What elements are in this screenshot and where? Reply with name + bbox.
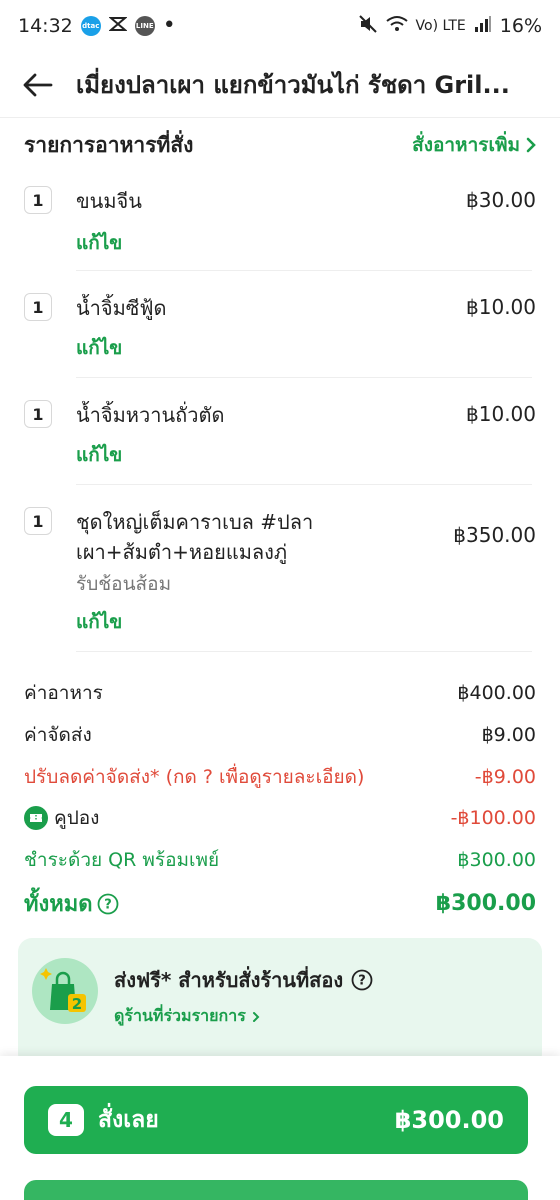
promo-title-group: ส่งฟรี* สำหรับสั่งร้านที่สอง ? — [114, 964, 373, 996]
item-name-line2: เผา+ส้มตำ+หอยแมลงภู่ — [76, 540, 288, 564]
divider — [76, 651, 532, 652]
divider — [76, 270, 532, 271]
help-circle-icon[interactable]: ? — [351, 969, 373, 991]
total-row: ทั้งหมด ? ฿300.00 — [24, 886, 536, 921]
wifi-icon — [385, 15, 408, 38]
item-price: ฿30.00 — [466, 188, 536, 212]
food-cost-label: ค่าอาหาร — [24, 682, 103, 704]
order-item: 1 ขนมจีน ฿30.00 แก้ไข — [0, 172, 560, 272]
item-price: ฿10.00 — [466, 295, 536, 319]
item-name-line1: ชุดใหญ่เต็มคาราเบล #ปลา — [76, 510, 314, 534]
item-quantity: 1 — [24, 293, 52, 321]
coupon-icon — [24, 806, 48, 830]
svg-text:?: ? — [358, 974, 366, 989]
order-items-title: รายการอาหารที่สั่ง — [24, 132, 194, 157]
edit-item-link[interactable]: แก้ไข — [76, 333, 122, 363]
order-button-left: 4 สั่งเลย — [48, 1102, 159, 1138]
delivery-discount-row[interactable]: ปรับลดค่าจัดส่ง* (กด ? เพื่อดูรายละเอียด… — [24, 762, 536, 792]
item-name: น้ำจิ้มซีฟู้ด — [76, 296, 167, 320]
app-header: เมี่ยงปลาเผา แยกข้าวมันไก่ รัชดา Gril... — [0, 52, 560, 118]
delivery-fee-row: ค่าจัดส่ง ฿9.00 — [24, 720, 536, 750]
payment-method-value: ฿300.00 — [457, 849, 536, 871]
delivery-fee-label: ค่าจัดส่ง — [24, 724, 92, 746]
second-store-promo-card[interactable]: 2 ส่งฟรี* สำหรับสั่งร้านที่สอง ? ดูร้านท… — [18, 938, 542, 1068]
food-cost-value: ฿400.00 — [457, 682, 536, 704]
coupon-label: คูปอง — [54, 807, 100, 829]
promo-title: ส่งฟรี* สำหรับสั่งร้านที่สอง — [114, 968, 344, 992]
divider — [76, 377, 532, 378]
total-label-group: ทั้งหมด ? — [24, 886, 119, 921]
chevron-right-icon — [252, 1011, 260, 1022]
edit-item-link[interactable]: แก้ไข — [76, 440, 122, 470]
payment-method-row[interactable]: ชำระด้วย QR พร้อมเพย์ ฿300.00 — [24, 845, 536, 875]
coupon-value: -฿100.00 — [450, 807, 536, 829]
mute-icon — [358, 14, 378, 39]
item-price: ฿350.00 — [453, 523, 536, 547]
help-circle-icon[interactable]: ? — [97, 893, 119, 915]
back-button[interactable] — [0, 52, 76, 118]
item-quantity: 1 — [24, 186, 52, 214]
dtac-icon: dtac — [80, 16, 101, 36]
total-value: ฿300.00 — [435, 891, 536, 916]
food-cost-row: ค่าอาหาร ฿400.00 — [24, 678, 536, 708]
item-name: ชุดใหญ่เต็มคาราเบล #ปลา เผา+ส้มตำ+หอยแมล… — [76, 507, 416, 567]
add-more-food-label: สั่งอาหารเพิ่ม — [412, 134, 520, 156]
delivery-discount-label: ปรับลดค่าจัดส่ง* (กด ? เพื่อดูรายละเอียด… — [24, 766, 365, 788]
order-item-count: 4 — [48, 1104, 84, 1136]
status-bar: 14:32 dtac LINE • Vo) LTE 16% — [0, 0, 560, 52]
bottom-order-bar: 4 สั่งเลย ฿300.00 — [0, 1056, 560, 1200]
order-item: 1 น้ำจิ้มหวานถั่วตัด ฿10.00 แก้ไข — [0, 386, 560, 486]
edit-item-link[interactable]: แก้ไข — [76, 228, 122, 258]
duplicate-button-edge — [24, 1180, 528, 1200]
store-title: เมี่ยงปลาเผา แยกข้าวมันไก่ รัชดา Gril... — [76, 71, 510, 99]
order-item: 1 น้ำจิ้มซีฟู้ด ฿10.00 แก้ไข — [0, 279, 560, 379]
signal-icon — [474, 15, 492, 38]
participating-stores-label: ดูร้านที่ร่วมรายการ — [114, 1006, 246, 1025]
edit-item-link[interactable]: แก้ไข — [76, 607, 122, 637]
divider — [76, 484, 532, 485]
shopping-bag-icon: 2 — [32, 958, 98, 1024]
item-price: ฿10.00 — [466, 402, 536, 426]
item-name: ขนมจีน — [76, 189, 142, 213]
line-icon: LINE — [134, 16, 155, 36]
svg-text:?: ? — [104, 897, 112, 912]
status-right: Vo) LTE 16% — [358, 14, 542, 39]
delivery-fee-value: ฿9.00 — [481, 724, 536, 746]
total-label: ทั้งหมด — [24, 892, 93, 917]
status-left: 14:32 dtac LINE • — [18, 13, 176, 38]
delivery-discount-value: -฿9.00 — [474, 766, 536, 788]
chevron-right-icon — [526, 137, 536, 153]
participating-stores-link[interactable]: ดูร้านที่ร่วมรายการ — [114, 1004, 260, 1029]
volte-label: Vo) LTE — [415, 18, 466, 34]
coupon-row[interactable]: คูปอง -฿100.00 — [24, 803, 536, 833]
item-quantity: 1 — [24, 507, 52, 535]
place-order-label: สั่งเลย — [98, 1107, 159, 1133]
arrow-left-icon — [23, 73, 53, 96]
coupon-label-group: คูปอง — [24, 803, 99, 833]
item-note: รับช้อนส้อม — [76, 573, 172, 595]
status-time: 14:32 — [18, 15, 73, 37]
order-button-total: ฿300.00 — [394, 1106, 504, 1134]
payment-method-label: ชำระด้วย QR พร้อมเพย์ — [24, 849, 220, 871]
promo-badge-number: 2 — [72, 995, 82, 1013]
item-name: น้ำจิ้มหวานถั่วตัด — [76, 403, 225, 427]
add-more-food-link[interactable]: สั่งอาหารเพิ่ม — [412, 130, 536, 160]
order-item: 1 ชุดใหญ่เต็มคาราเบล #ปลา เผา+ส้มตำ+หอยแ… — [0, 493, 560, 663]
order-items-header: รายการอาหารที่สั่ง สั่งอาหารเพิ่ม — [0, 118, 560, 172]
place-order-button[interactable]: 4 สั่งเลย ฿300.00 — [24, 1086, 528, 1154]
capcut-icon — [108, 15, 128, 38]
item-quantity: 1 — [24, 400, 52, 428]
battery-level: 16% — [499, 15, 542, 37]
